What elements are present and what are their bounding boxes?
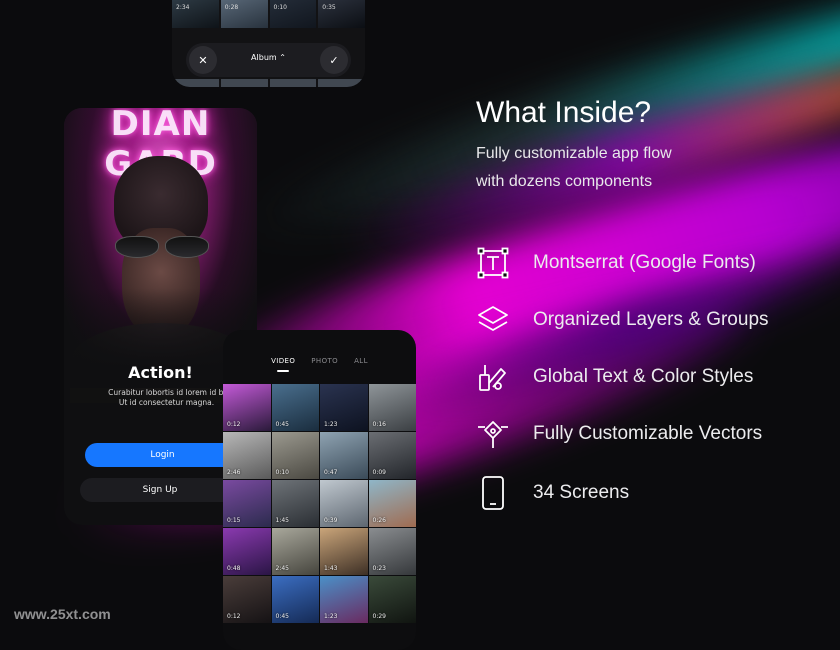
video-duration: 0:47 — [324, 469, 338, 476]
signup-button[interactable]: Sign Up — [80, 478, 240, 502]
thumbnail-duration: 0:10 — [273, 4, 287, 11]
thumbnail-row: 2:34 0:28 0:10 0:35 — [172, 0, 365, 28]
feature-item: Fully Customizable Vectors — [476, 414, 762, 454]
tab-photo[interactable]: PHOTO — [311, 357, 338, 365]
video-thumbnail[interactable]: 0:48 — [223, 528, 271, 575]
layers-icon — [476, 303, 510, 337]
watermark: www.25xt.com — [14, 606, 111, 622]
video-grid: 0:12 0:45 1:23 0:16 2:46 0:10 0:47 0:09 0:15 1:45… — [223, 384, 416, 623]
feature-item: Montserrat (Google Fonts) — [476, 243, 756, 283]
video-thumbnail[interactable]: 1:23 — [320, 384, 368, 431]
check-icon: ✓ — [329, 53, 339, 67]
tab-all[interactable]: ALL — [354, 357, 368, 365]
video-duration: 2:45 — [275, 565, 289, 572]
video-thumbnail[interactable]: 0:45 — [271, 384, 319, 431]
feature-label: 34 Screens — [533, 482, 630, 503]
video-duration: 1:43 — [324, 565, 338, 572]
video-thumbnail[interactable]: 0:09 — [368, 432, 416, 479]
video-thumbnail[interactable]: 1:45 — [271, 480, 319, 527]
album-picker-phone: 2:34 0:28 0:10 0:35 ✕ Album ⌃ ✓ — [172, 0, 365, 87]
video-duration: 0:48 — [227, 565, 241, 572]
pen-tool-icon — [476, 417, 510, 451]
video-thumbnail[interactable]: 0:29 — [368, 576, 416, 623]
video-thumbnail[interactable]: 1:23 — [320, 576, 368, 623]
video-thumbnail[interactable]: 0:45 — [271, 576, 319, 623]
video-thumbnail[interactable]: 0:16 — [368, 384, 416, 431]
video-duration: 0:29 — [372, 613, 386, 620]
video-thumbnail[interactable]: 0:15 — [223, 480, 271, 527]
video-duration: 0:12 — [227, 613, 241, 620]
video-duration: 0:45 — [275, 613, 289, 620]
video-thumbnail[interactable]: 2:46 — [223, 432, 271, 479]
video-duration: 0:16 — [372, 421, 386, 428]
thumbnail-duration: 0:35 — [322, 4, 336, 11]
album-toolbar: ✕ Album ⌃ ✓ — [186, 43, 351, 77]
video-thumbnail[interactable]: 2:45 — [271, 528, 319, 575]
thumbnail-row-bottom — [172, 79, 365, 87]
sunglasses — [111, 236, 211, 258]
confirm-button[interactable]: ✓ — [320, 46, 348, 74]
feature-item: Global Text & Color Styles — [476, 357, 753, 397]
feature-item: Organized Layers & Groups — [476, 300, 769, 340]
thumbnail[interactable]: 0:28 — [220, 0, 268, 28]
media-tabs: VIDEO PHOTO ALL — [223, 357, 416, 372]
video-duration: 0:26 — [372, 517, 386, 524]
video-thumbnail[interactable]: 0:23 — [368, 528, 416, 575]
feature-label: Montserrat (Google Fonts) — [533, 252, 756, 273]
subtitle-line: Fully customizable app flow — [476, 145, 672, 162]
video-duration: 0:39 — [324, 517, 338, 524]
thumbnail-duration: 0:28 — [224, 4, 239, 11]
thumbnail[interactable]: 0:10 — [269, 0, 317, 28]
video-thumbnail[interactable]: 0:47 — [320, 432, 368, 479]
video-thumbnail[interactable]: 1:43 — [320, 528, 368, 575]
video-duration: 1:23 — [324, 613, 338, 620]
feature-item: 34 Screens — [476, 473, 629, 513]
page-title: What Inside? — [476, 96, 652, 129]
feature-label: Fully Customizable Vectors — [533, 423, 763, 444]
video-duration: 0:15 — [227, 517, 241, 524]
tab-video[interactable]: VIDEO — [271, 357, 295, 372]
feature-label: Global Text & Color Styles — [533, 366, 754, 387]
styles-brush-icon — [476, 360, 510, 394]
album-label: Album — [251, 53, 277, 62]
login-button[interactable]: Login — [85, 443, 240, 467]
thumbnail[interactable]: 2:34 — [172, 0, 219, 28]
video-gallery-phone: VIDEO PHOTO ALL 0:12 0:45 1:23 0:16 2:46 0:10… — [223, 330, 416, 650]
video-duration: 1:45 — [275, 517, 289, 524]
video-thumbnail[interactable]: 0:12 — [223, 576, 271, 623]
thumbnail-duration: 2:34 — [176, 4, 190, 11]
page-subtitle: Fully customizable app flow with dozens … — [476, 140, 672, 196]
phone-device-icon — [476, 476, 510, 510]
video-duration: 1:23 — [324, 421, 338, 428]
subtitle-line: with dozens components — [476, 173, 653, 190]
video-thumbnail[interactable]: 0:26 — [368, 480, 416, 527]
feature-label: Organized Layers & Groups — [533, 309, 769, 330]
video-duration: 0:45 — [275, 421, 289, 428]
video-thumbnail[interactable]: 0:12 — [223, 384, 271, 431]
video-duration: 2:46 — [227, 469, 241, 476]
video-duration: 0:10 — [275, 469, 289, 476]
text-type-icon — [476, 246, 510, 280]
video-thumbnail[interactable]: 0:39 — [320, 480, 368, 527]
video-duration: 0:23 — [372, 565, 386, 572]
thumbnail[interactable]: 0:35 — [318, 0, 365, 28]
video-duration: 0:12 — [227, 421, 241, 428]
video-thumbnail[interactable]: 0:10 — [271, 432, 319, 479]
chevron-up-icon: ⌃ — [279, 53, 286, 62]
video-duration: 0:09 — [372, 469, 386, 476]
